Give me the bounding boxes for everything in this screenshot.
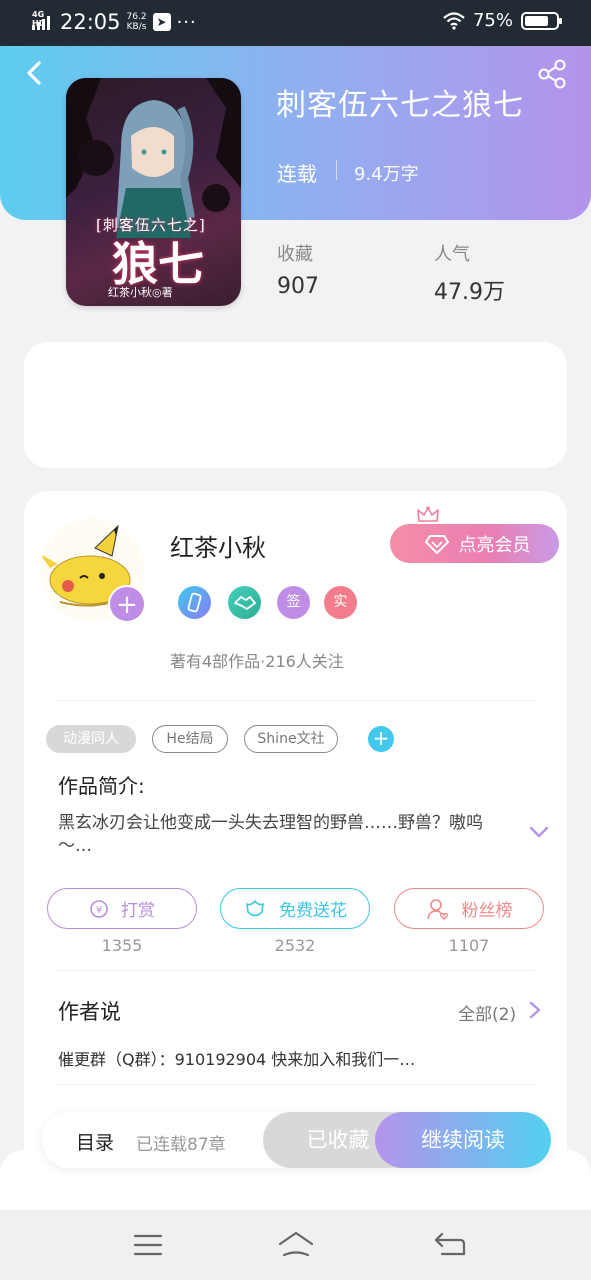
home-icon[interactable] bbox=[276, 1228, 316, 1262]
coin-icon: ¥ bbox=[90, 899, 108, 918]
book-title: 刺客伍六七之狼七 bbox=[276, 88, 524, 123]
section-divider bbox=[56, 700, 534, 701]
network-speed: 76.2 KB/s bbox=[126, 12, 147, 32]
author-says-all-link[interactable]: 全部(2) bbox=[458, 1000, 516, 1025]
menu-icon[interactable] bbox=[128, 1228, 168, 1262]
author-meta: 著有4部作品·216人关注 bbox=[170, 652, 344, 671]
send-flower-button[interactable]: 免费送花 bbox=[220, 888, 370, 929]
favorites-count: 907 bbox=[277, 274, 319, 299]
book-cover[interactable]: [刺客伍六七之] 狼七 红茶小秋◎著 bbox=[66, 78, 241, 306]
fan-ranking-button[interactable]: 粉丝榜 bbox=[394, 888, 544, 929]
book-status: 连载 bbox=[277, 162, 317, 186]
verified-badge-icon[interactable]: 实 bbox=[324, 586, 357, 619]
favorites-label: 收藏 bbox=[277, 244, 313, 265]
telegram-icon: ➤ bbox=[152, 13, 171, 31]
tag-shine-club[interactable]: Shine文社 bbox=[244, 725, 338, 753]
system-nav-bar bbox=[0, 1210, 591, 1280]
diamond-icon bbox=[424, 534, 449, 554]
status-divider bbox=[336, 160, 337, 180]
flower-count: 2532 bbox=[274, 936, 316, 955]
signal-icon: 4G HD bbox=[32, 10, 50, 30]
intro-heading: 作品简介: bbox=[58, 774, 145, 798]
signed-badge-icon[interactable]: 签 bbox=[277, 586, 310, 619]
author-name[interactable]: 红茶小秋 bbox=[170, 528, 266, 563]
follow-author-button[interactable]: + bbox=[108, 585, 146, 623]
more-notifications-icon: ··· bbox=[176, 11, 197, 33]
chapter-count: 已连载87章 bbox=[136, 1135, 226, 1155]
chevron-right-icon[interactable] bbox=[528, 1000, 542, 1020]
tag-anime-fanfic[interactable]: 动漫同人 bbox=[46, 725, 136, 753]
fan-count: 1107 bbox=[448, 936, 490, 955]
battery-percent: 75% bbox=[472, 10, 513, 31]
clock: 22:05 bbox=[60, 10, 121, 34]
author-says-heading: 作者说 bbox=[58, 1000, 121, 1024]
word-count: 9.4万字 bbox=[354, 164, 419, 185]
intro-text: 黑玄冰刃会让他变成一头失去理智的野兽……野兽？嗷呜～… bbox=[58, 813, 483, 856]
back-nav-icon[interactable] bbox=[430, 1228, 470, 1262]
bottom-action-bar: 目录 已连载87章 已收藏 继续阅读 bbox=[42, 1112, 551, 1168]
svg-text:¥: ¥ bbox=[96, 905, 102, 916]
phone-badge-icon[interactable] bbox=[178, 586, 211, 619]
section-divider bbox=[56, 1084, 534, 1085]
back-button[interactable] bbox=[20, 58, 50, 88]
crown-icon bbox=[417, 506, 439, 522]
popularity-count: 47.9万 bbox=[434, 280, 505, 305]
chevron-down-icon[interactable] bbox=[528, 824, 550, 840]
popularity-label: 人气 bbox=[434, 244, 470, 265]
add-tag-button[interactable]: + bbox=[368, 726, 394, 752]
author-says-text[interactable]: 催更群（Q群）：910192904 快来加入和我们一… bbox=[58, 1046, 415, 1070]
share-button[interactable] bbox=[536, 58, 568, 90]
banner-card bbox=[24, 342, 567, 468]
vip-membership-button[interactable]: 点亮会员 bbox=[390, 524, 559, 563]
wifi-icon bbox=[443, 11, 465, 30]
continue-reading-button[interactable]: 继续阅读 bbox=[375, 1112, 551, 1168]
toc-button[interactable]: 目录 bbox=[76, 1128, 114, 1155]
section-divider bbox=[56, 970, 534, 971]
status-bar: 4G HD 22:05 76.2 KB/s ➤ ··· 75% bbox=[0, 0, 591, 46]
flower-icon bbox=[246, 899, 264, 916]
handshake-badge-icon[interactable] bbox=[228, 586, 261, 619]
tag-he-ending[interactable]: He结局 bbox=[152, 725, 228, 753]
battery-icon bbox=[521, 11, 562, 30]
tip-button[interactable]: ¥ 打赏 bbox=[47, 888, 197, 929]
fans-icon bbox=[426, 898, 448, 920]
tip-count: 1355 bbox=[101, 936, 143, 955]
